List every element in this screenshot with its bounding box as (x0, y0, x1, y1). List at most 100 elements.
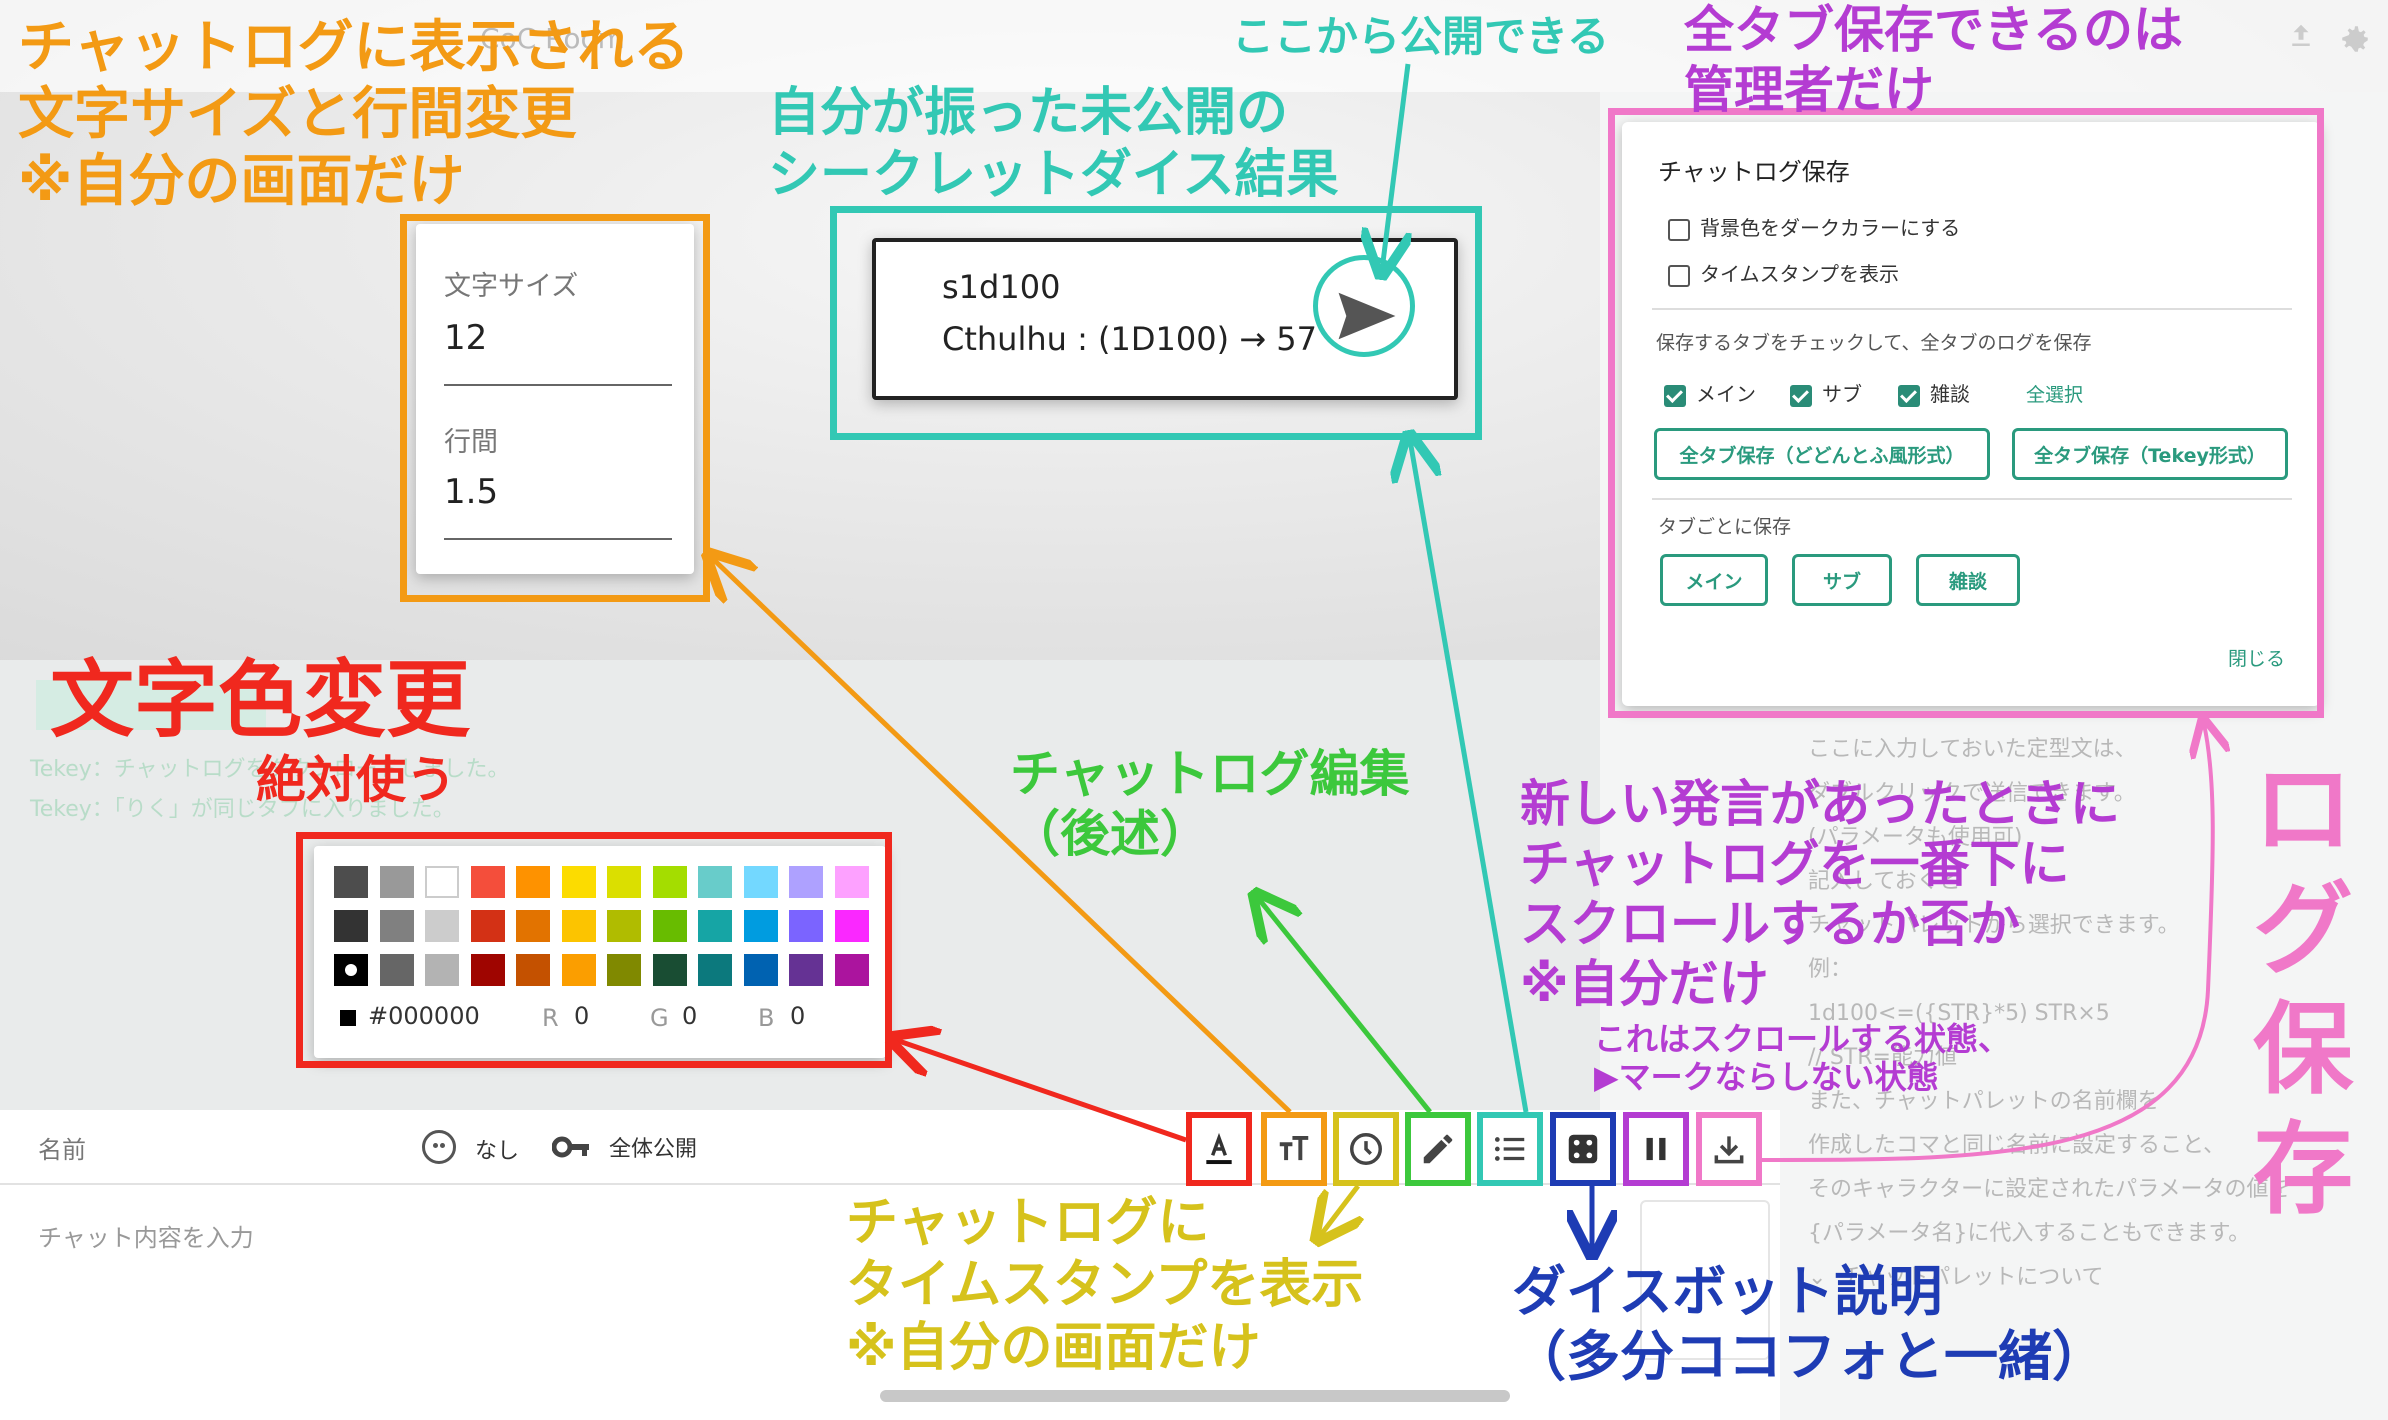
color-swatch[interactable] (834, 866, 869, 898)
color-swatch[interactable] (652, 866, 687, 898)
color-swatch[interactable] (698, 910, 732, 942)
scroll-toggle-button[interactable] (1623, 1112, 1689, 1186)
hex-input[interactable]: #000000 (368, 1002, 480, 1030)
line-height-input[interactable]: 1.5 (444, 472, 498, 512)
color-swatch[interactable] (516, 910, 550, 942)
face-icon[interactable] (422, 1130, 456, 1164)
save-tab-sub-button[interactable]: サブ (1792, 554, 1892, 606)
annotation-timestamp: チャットログに タイムスタンプを表示 ※自分の画面だけ (846, 1193, 1364, 1378)
annotation-admin: 全タブ保存できるのは 管理者だけ (1684, 1, 2183, 119)
dark-bg-checkbox[interactable]: 背景色をダークカラーにする (1668, 212, 1960, 241)
download-icon (1714, 1136, 1744, 1164)
color-swatch[interactable] (379, 954, 414, 986)
send-icon[interactable] (1336, 290, 1398, 342)
secret-dice-result: s1d100 Cthulhu : (1D100) → 57 (872, 238, 1458, 400)
color-swatch[interactable] (516, 954, 550, 986)
color-swatch[interactable] (334, 910, 368, 942)
checkbox-box[interactable] (1668, 218, 1690, 241)
color-swatch[interactable] (789, 866, 823, 898)
checkbox-label: メイン (1696, 382, 1756, 406)
timestamp-button[interactable] (1333, 1112, 1399, 1186)
r-input[interactable]: 0 (574, 1002, 589, 1030)
annotation-font: チャットログに表示される 文字サイズと行間変更 ※自分の画面だけ (18, 15, 690, 215)
section-label: 保存するタブをチェックして、全タブのログを保存 (1656, 332, 2092, 354)
annotation-secret-dice: 自分が振った未公開の シークレットダイス結果 (768, 83, 1339, 206)
g-input[interactable]: 0 (682, 1002, 697, 1030)
face-label: なし (475, 1139, 520, 1164)
b-input[interactable]: 0 (790, 1002, 805, 1030)
color-swatch[interactable] (743, 910, 778, 942)
color-swatch[interactable] (425, 910, 459, 942)
upload-icon[interactable] (2286, 20, 2316, 52)
checkbox-box[interactable] (1790, 384, 1812, 407)
divider (1652, 498, 2292, 500)
color-swatch[interactable] (698, 866, 732, 898)
tab-checkbox-chat[interactable]: 雑談 (1898, 378, 1970, 407)
current-color-swatch (340, 1010, 356, 1026)
visibility-label: 全体公開 (609, 1137, 698, 1162)
select-all-link[interactable]: 全選択 (2026, 380, 2083, 407)
color-swatch[interactable] (470, 866, 505, 898)
timestamp-checkbox[interactable]: タイムスタンプを表示 (1668, 258, 1899, 287)
secret-dice-button[interactable] (1477, 1112, 1543, 1186)
color-picker-panel: #000000 R 0 G 0 B 0 (314, 846, 886, 1058)
text-color-button[interactable] (1186, 1112, 1252, 1186)
color-swatch[interactable] (789, 954, 823, 986)
color-swatch[interactable] (561, 954, 596, 986)
color-swatch[interactable] (334, 866, 368, 898)
color-swatch[interactable] (561, 866, 596, 898)
selected-indicator (345, 964, 357, 976)
chat-input[interactable]: チャット内容を入力 (38, 1218, 254, 1253)
edit-log-button[interactable] (1405, 1112, 1471, 1186)
checkbox-box[interactable] (1664, 384, 1686, 407)
color-swatch[interactable] (516, 866, 550, 898)
color-swatch[interactable] (652, 954, 687, 986)
dice-result: Cthulhu : (1D100) → 57 (942, 320, 1317, 358)
dialog-title: チャットログ保存 (1658, 158, 1850, 186)
save-tab-chat-button[interactable]: 雑談 (1916, 554, 2020, 606)
color-swatch[interactable] (379, 866, 414, 898)
color-swatch[interactable] (425, 954, 459, 986)
save-all-dodontof-button[interactable]: 全タブ保存（どどんとふ風形式） (1654, 428, 1990, 480)
color-swatch[interactable] (652, 910, 687, 942)
name-field[interactable]: 名前 (38, 1130, 86, 1165)
save-all-tekey-button[interactable]: 全タブ保存（Tekey形式） (2012, 428, 2288, 480)
color-swatch[interactable] (834, 910, 869, 942)
color-swatch[interactable] (607, 866, 641, 898)
color-swatch[interactable] (834, 954, 869, 986)
input-underline (444, 538, 672, 540)
dice-icon (1568, 1134, 1598, 1164)
tab-checkbox-sub[interactable]: サブ (1790, 378, 1862, 407)
color-swatch[interactable] (698, 954, 732, 986)
key-icon[interactable] (552, 1136, 590, 1158)
font-size-input[interactable]: 12 (444, 318, 487, 358)
input-underline (444, 384, 672, 386)
font-size-button[interactable] (1261, 1112, 1327, 1186)
color-swatch[interactable] (789, 910, 823, 942)
save-log-button[interactable] (1696, 1112, 1762, 1186)
color-swatch[interactable] (470, 910, 505, 942)
tab-checkbox-main[interactable]: メイン (1664, 378, 1756, 407)
annotation-log-save: ログ 保存 (2253, 751, 2353, 1228)
save-tab-main-button[interactable]: メイン (1660, 554, 1768, 606)
color-swatch[interactable] (607, 954, 641, 986)
color-swatch[interactable] (379, 910, 414, 942)
color-swatch[interactable] (470, 954, 505, 986)
clock-icon (1350, 1133, 1382, 1165)
color-swatch[interactable] (561, 910, 596, 942)
color-swatch[interactable] (425, 866, 459, 898)
dicebot-help-button[interactable] (1550, 1112, 1616, 1186)
scrollbar[interactable] (880, 1390, 1510, 1402)
color-swatch[interactable] (607, 910, 641, 942)
divider (1652, 308, 2292, 310)
checkbox-box[interactable] (1668, 264, 1690, 287)
checkbox-box[interactable] (1898, 384, 1920, 407)
font-settings-panel: 文字サイズ 12 行間 1.5 (416, 224, 694, 574)
close-button[interactable]: 閉じる (2228, 644, 2285, 671)
b-label: B (758, 1004, 775, 1032)
gear-icon[interactable] (2338, 22, 2372, 56)
color-swatch[interactable] (743, 954, 778, 986)
color-swatch[interactable] (743, 866, 778, 898)
color-swatch[interactable] (334, 954, 368, 986)
annotation-edit: チャットログ編集 （後述） (1010, 745, 1410, 863)
